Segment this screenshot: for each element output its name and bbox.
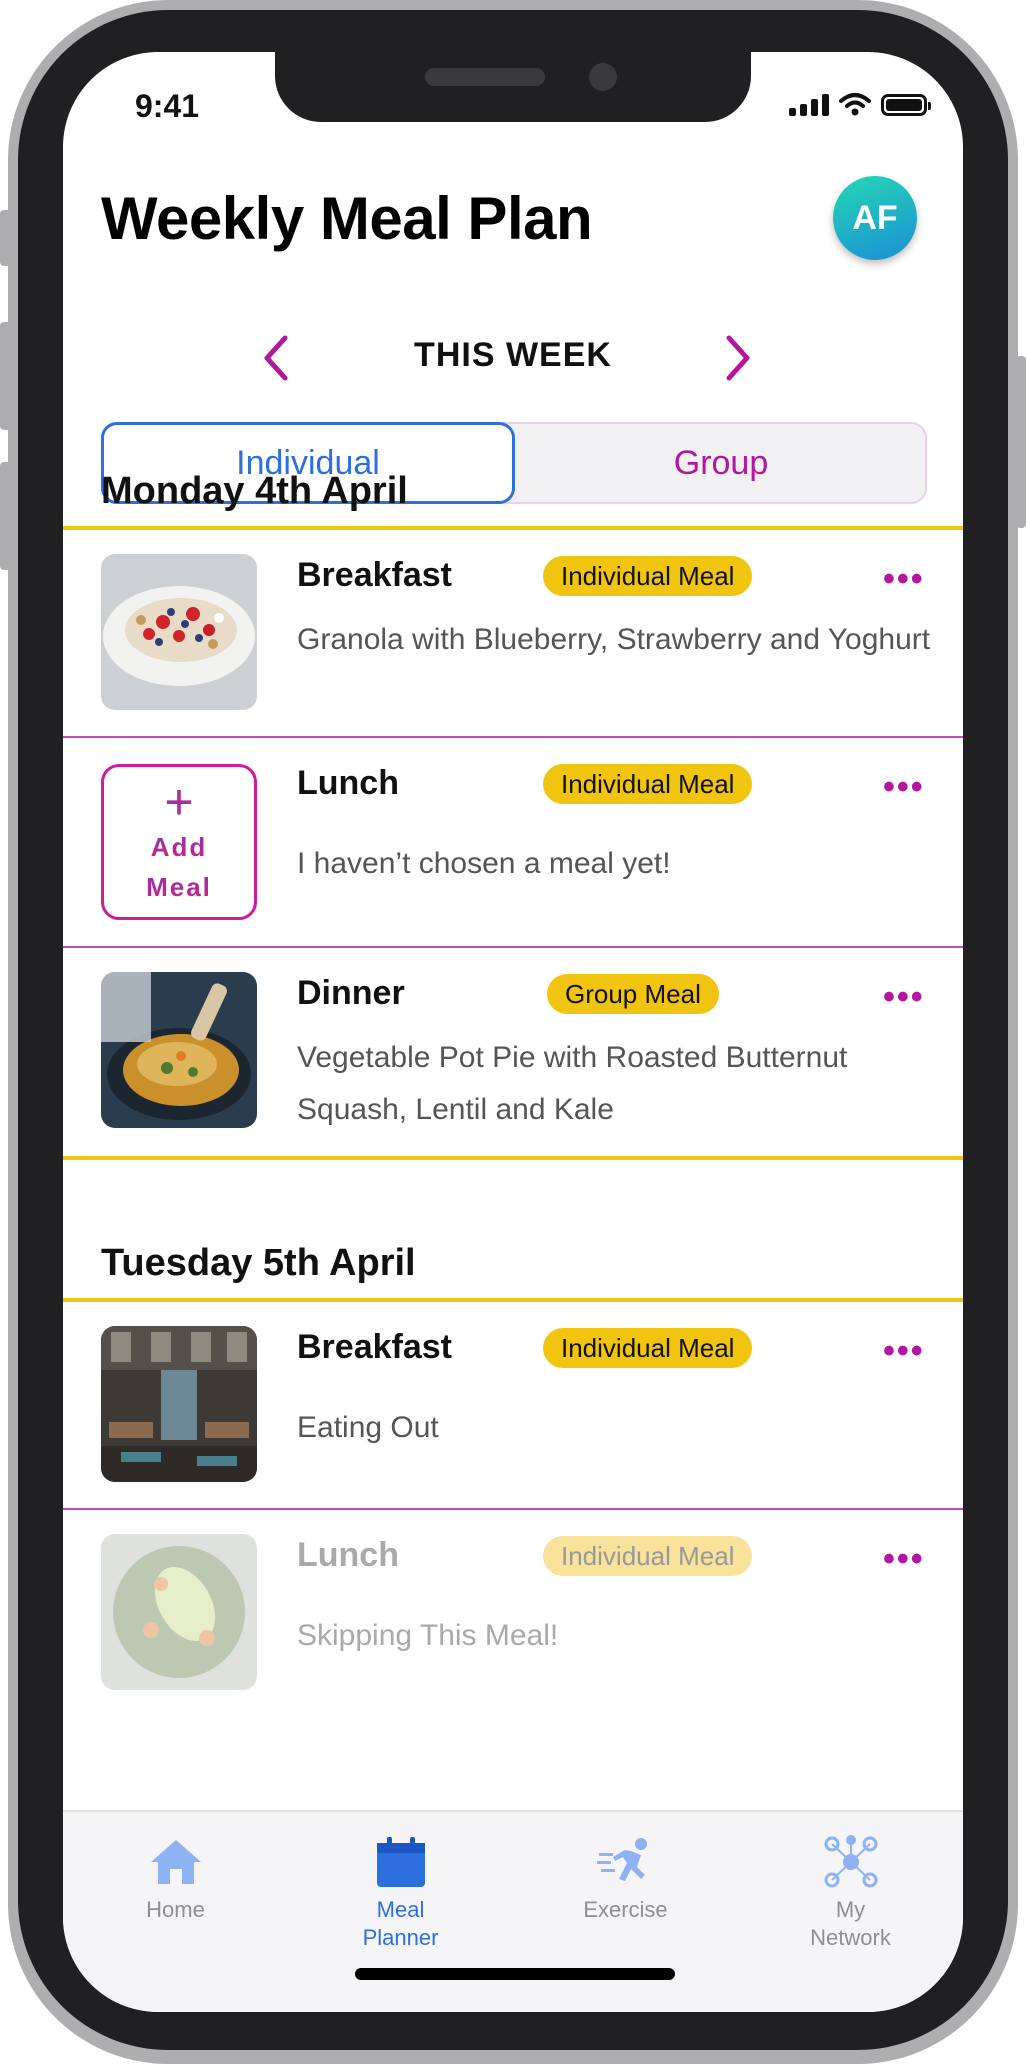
meal-description: Skipping This Meal! xyxy=(297,1619,559,1652)
meal-badge: Group Meal xyxy=(547,974,719,1014)
plus-icon: + xyxy=(164,774,194,830)
meal-type: Lunch xyxy=(297,764,399,802)
tab-bar: Home Meal Planner Exercise My Network xyxy=(63,1810,963,2012)
battery-icon xyxy=(881,94,931,116)
meal-row-dinner[interactable]: Dinner Group Meal ••• Vegetable Pot Pie … xyxy=(63,948,963,1154)
runner-icon xyxy=(513,1834,738,1890)
add-meal-label: Meal xyxy=(104,867,254,907)
meal-description: I haven’t chosen a meal yet! xyxy=(297,847,671,880)
day-title: Monday 4th April xyxy=(101,470,408,512)
avatar[interactable]: AF xyxy=(833,176,917,260)
home-indicator xyxy=(355,1968,675,1980)
tab-label: Home xyxy=(146,1897,205,1922)
calendar-icon xyxy=(288,1834,513,1890)
volume-up-button xyxy=(0,322,10,430)
status-time: 9:41 xyxy=(135,88,200,124)
more-options-icon[interactable]: ••• xyxy=(883,1332,925,1371)
week-label: THIS WEEK xyxy=(414,336,612,374)
notch xyxy=(275,52,751,122)
week-navigator: THIS WEEK xyxy=(63,328,963,388)
network-icon xyxy=(738,1834,963,1890)
add-meal-label: Add xyxy=(104,827,254,867)
meal-description: Eating Out xyxy=(297,1411,439,1444)
meal-badge: Individual Meal xyxy=(543,1328,753,1368)
add-meal-button[interactable]: + Add Meal xyxy=(101,764,257,920)
tab-my-network[interactable]: My Network xyxy=(738,1834,963,1952)
power-button xyxy=(1016,356,1026,528)
chevron-right-icon[interactable] xyxy=(713,328,763,388)
more-options-icon[interactable]: ••• xyxy=(883,1540,925,1579)
more-options-icon[interactable]: ••• xyxy=(883,560,925,599)
meal-type: Dinner xyxy=(297,974,405,1012)
signal-icon xyxy=(789,94,829,116)
meal-row-lunch[interactable]: + Add Meal Lunch Individual Meal ••• I h… xyxy=(63,738,963,944)
meal-badge: Individual Meal xyxy=(543,764,753,804)
more-options-icon[interactable]: ••• xyxy=(883,978,925,1017)
meal-description: Granola with Blueberry, Strawberry and Y… xyxy=(297,623,931,656)
pot-pie-image xyxy=(101,972,257,1128)
granola-bowl-image xyxy=(101,554,257,710)
home-icon xyxy=(63,1834,288,1890)
meal-description: Vegetable Pot Pie with Roasted Butternut… xyxy=(297,1041,848,1126)
tab-label: Meal Planner xyxy=(362,1897,439,1950)
meal-type: Breakfast xyxy=(297,556,452,594)
page-title: Weekly Meal Plan xyxy=(101,185,593,252)
day-title: Tuesday 5th April xyxy=(101,1242,416,1284)
tab-exercise[interactable]: Exercise xyxy=(513,1834,738,1924)
camera xyxy=(589,63,617,91)
speaker xyxy=(425,68,545,86)
divider xyxy=(63,1156,963,1160)
restaurant-image xyxy=(101,1326,257,1482)
meal-row-breakfast[interactable]: Breakfast Individual Meal ••• Eating Out xyxy=(63,1302,963,1508)
tab-label: My Network xyxy=(810,1897,891,1950)
tab-home[interactable]: Home xyxy=(63,1834,288,1924)
screen: 9:41 Weekly Meal Plan AF THIS WEEK Indiv… xyxy=(63,52,963,2012)
segment-group[interactable]: Group xyxy=(515,424,927,502)
meal-type: Breakfast xyxy=(297,1328,452,1366)
status-icons xyxy=(789,92,931,116)
meal-badge: Individual Meal xyxy=(543,1536,753,1576)
meal-row-breakfast[interactable]: Breakfast Individual Meal ••• Granola wi… xyxy=(63,530,963,736)
tab-meal-planner[interactable]: Meal Planner xyxy=(288,1834,513,1952)
more-options-icon[interactable]: ••• xyxy=(883,768,925,807)
mute-switch xyxy=(0,210,10,266)
tab-label: Exercise xyxy=(583,1897,668,1922)
wifi-icon xyxy=(839,93,871,116)
salad-image xyxy=(101,1534,257,1690)
meal-badge: Individual Meal xyxy=(543,556,753,596)
meal-row-lunch-skipped[interactable]: Lunch Individual Meal ••• Skipping This … xyxy=(63,1510,963,1716)
volume-down-button xyxy=(0,462,10,570)
meal-type: Lunch xyxy=(297,1536,399,1574)
